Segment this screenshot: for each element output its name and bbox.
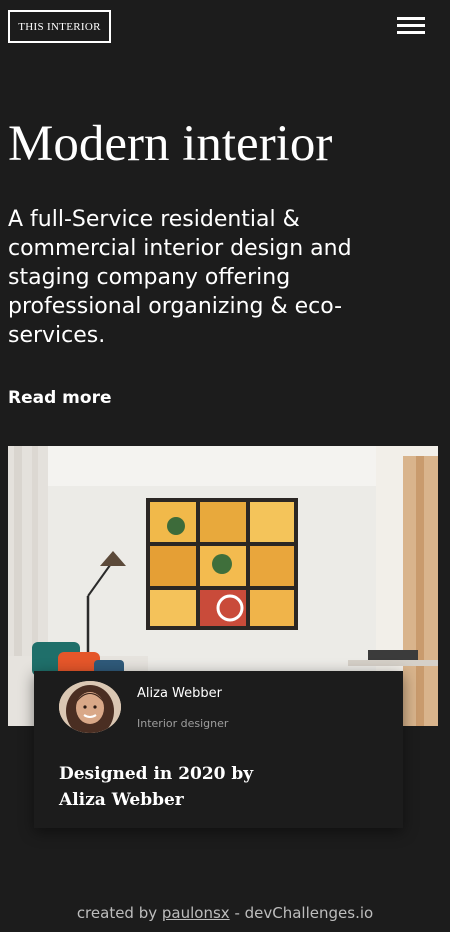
footer-prefix: created by: [76, 904, 158, 922]
author-avatar: [59, 681, 121, 733]
site-header: THIS INTERIOR: [0, 0, 450, 52]
logo-text: THIS INTERIOR: [18, 20, 101, 33]
author-name: Aliza Webber: [137, 686, 222, 701]
designer-card: Aliza Webber Interior designer Designed …: [34, 671, 403, 828]
footer-suffix: - devChallenges.io: [234, 904, 374, 922]
card-caption: Designed in 2020 by Aliza Webber: [59, 764, 254, 810]
footer-author-link[interactable]: paulonsx: [162, 904, 230, 922]
site-logo[interactable]: THIS INTERIOR: [8, 10, 111, 43]
hero-title: Modern interior: [8, 116, 333, 172]
hero-description: A full-Service residential & commercial …: [8, 207, 352, 348]
menu-bar-middle: [397, 24, 425, 27]
hamburger-menu-icon[interactable]: [397, 16, 427, 36]
menu-bar-top: [397, 17, 425, 20]
site-footer: created by paulonsx - devChallenges.io: [0, 904, 450, 922]
menu-bar-bottom: [397, 31, 425, 34]
author-role: Interior designer: [137, 717, 229, 730]
read-more-link[interactable]: Read more: [8, 388, 112, 408]
